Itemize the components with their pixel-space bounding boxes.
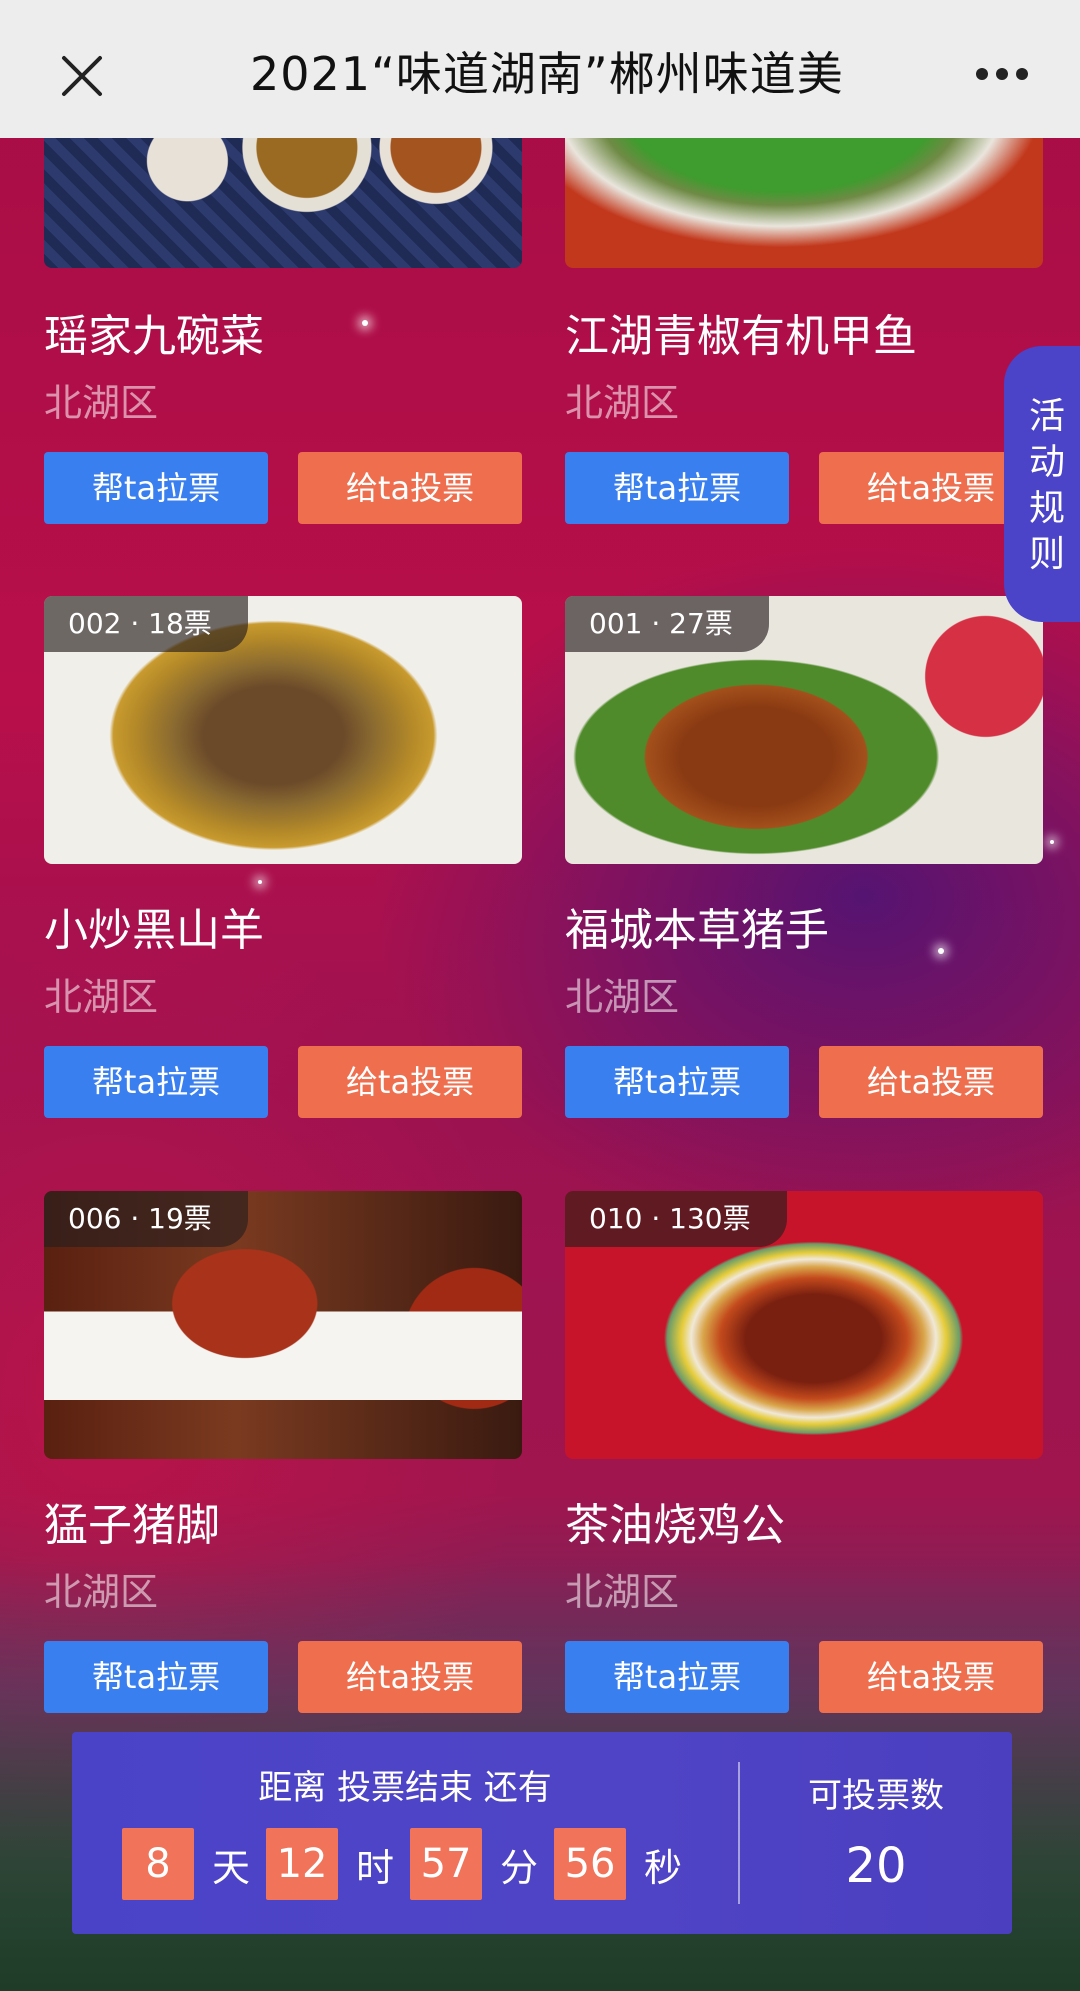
- vote-button[interactable]: 给ta投票: [819, 1641, 1043, 1713]
- dish-name: 猛子猪脚: [44, 1500, 220, 1551]
- dish-name: 茶油烧鸡公: [565, 1500, 785, 1551]
- countdown-timer: 8 天 12 时 57 分 56 秒: [122, 1828, 698, 1900]
- hours-unit: 时: [356, 1845, 395, 1890]
- dish-card: 002 · 18票 小炒黑山羊 北湖区 帮ta拉票 给ta投票: [44, 596, 522, 1120]
- vote-count-badge: 006 · 19票: [44, 1191, 248, 1247]
- countdown-seconds: 56: [554, 1828, 627, 1900]
- dish-area: 北湖区: [565, 1570, 680, 1614]
- dish-card: 010 · 130票 茶油烧鸡公 北湖区 帮ta拉票 给ta投票: [565, 1191, 1043, 1715]
- dish-name: 瑶家九碗菜: [44, 311, 264, 362]
- canvass-button[interactable]: 帮ta拉票: [565, 1046, 789, 1118]
- countdown-hours: 12: [266, 1828, 339, 1900]
- rules-tab-char: 活: [1028, 396, 1065, 437]
- vote-button[interactable]: 给ta投票: [298, 452, 522, 524]
- rules-tab-char: 动: [1028, 442, 1065, 483]
- top-navigation-bar: 2021“味道湖南”郴州味道美: [0, 0, 1080, 138]
- close-icon[interactable]: [58, 52, 106, 100]
- canvass-button[interactable]: 帮ta拉票: [44, 452, 268, 524]
- countdown-label: 距离 投票结束 还有: [258, 1768, 552, 1808]
- activity-rules-tab[interactable]: 活 动 规 则: [1004, 346, 1080, 622]
- sparkle: [1050, 840, 1054, 844]
- canvass-button[interactable]: 帮ta拉票: [44, 1046, 268, 1118]
- dish-area: 北湖区: [565, 975, 680, 1019]
- countdown-minutes: 57: [410, 1828, 483, 1900]
- canvass-button[interactable]: 帮ta拉票: [44, 1641, 268, 1713]
- vote-button[interactable]: 给ta投票: [298, 1641, 522, 1713]
- countdown-panel: 距离 投票结束 还有 8 天 12 时 57 分 56 秒 可投票数 20: [72, 1732, 1012, 1934]
- vote-count-badge: 010 · 130票: [565, 1191, 787, 1247]
- dish-card: 001 · 27票 福城本草猪手 北湖区 帮ta拉票 给ta投票: [565, 596, 1043, 1120]
- dish-photo[interactable]: 001 · 27票: [565, 596, 1043, 864]
- dish-area: 北湖区: [44, 381, 159, 425]
- available-votes-value: 20: [845, 1838, 907, 1894]
- canvass-button[interactable]: 帮ta拉票: [565, 452, 789, 524]
- dish-area: 北湖区: [44, 975, 159, 1019]
- seconds-unit: 秒: [644, 1845, 683, 1890]
- days-unit: 天: [212, 1845, 251, 1890]
- more-icon[interactable]: [974, 64, 1030, 84]
- page-title: 2021“味道湖南”郴州味道美: [250, 47, 844, 101]
- countdown-days: 8: [122, 1828, 194, 1900]
- dish-area: 北湖区: [565, 381, 680, 425]
- dish-photo[interactable]: 010 · 130票: [565, 1191, 1043, 1459]
- dish-name: 江湖青椒有机甲鱼: [565, 311, 917, 362]
- rules-tab-char: 则: [1028, 534, 1065, 575]
- available-votes-label: 可投票数: [808, 1776, 944, 1816]
- dish-card: 006 · 19票 猛子猪脚 北湖区 帮ta拉票 给ta投票: [44, 1191, 522, 1715]
- vote-button[interactable]: 给ta投票: [819, 1046, 1043, 1118]
- vote-count-badge: 001 · 27票: [565, 596, 769, 652]
- minutes-unit: 分: [500, 1845, 539, 1890]
- vote-button[interactable]: 给ta投票: [298, 1046, 522, 1118]
- dish-photo[interactable]: 006 · 19票: [44, 1191, 522, 1459]
- vote-count-badge: 002 · 18票: [44, 596, 248, 652]
- canvass-button[interactable]: 帮ta拉票: [565, 1641, 789, 1713]
- dish-name: 小炒黑山羊: [44, 905, 264, 956]
- rules-tab-char: 规: [1028, 488, 1065, 529]
- dish-photo[interactable]: 002 · 18票: [44, 596, 522, 864]
- dish-area: 北湖区: [44, 1570, 159, 1614]
- dish-name: 福城本草猪手: [565, 905, 829, 956]
